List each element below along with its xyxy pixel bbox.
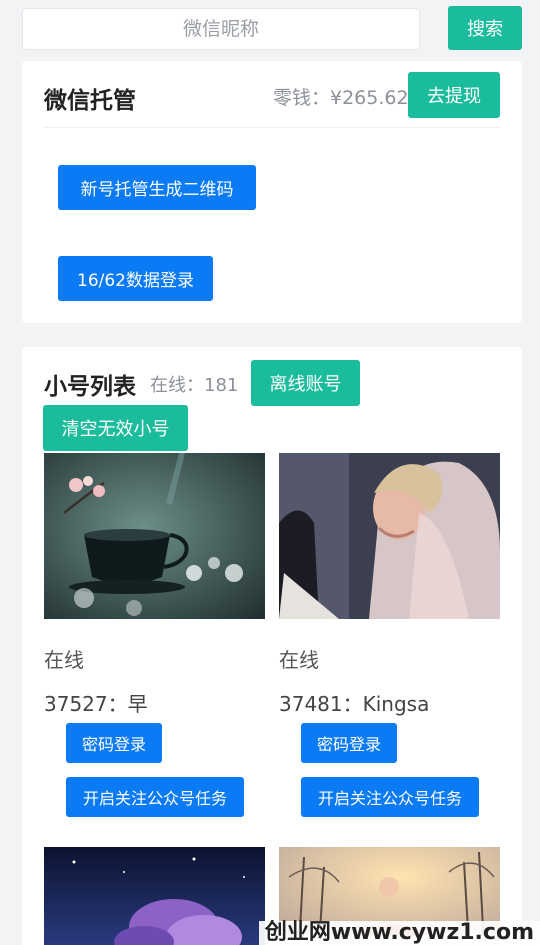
account-avatar-photo (44, 453, 265, 619)
account-id: 37481：Kingsa (279, 692, 430, 716)
password-login-button[interactable]: 密码登录 (66, 723, 162, 763)
data-login-button[interactable]: 16/62数据登录 (58, 256, 213, 301)
offline-accounts-button[interactable]: 离线账号 (251, 360, 360, 406)
follow-task-button[interactable]: 开启关注公众号任务 (66, 777, 244, 817)
balance-label: 零钱：¥265.62 (273, 87, 409, 109)
account-status: 在线 (279, 648, 319, 672)
account-id: 37527：早 (44, 692, 148, 716)
withdraw-button[interactable]: 去提现 (408, 72, 500, 118)
divider (44, 127, 500, 128)
hosting-title: 微信托管 (44, 88, 136, 114)
accounts-card: 小号列表 在线：181 离线账号 清空无效小号 在线 37527：早 密码登录 … (22, 347, 522, 945)
watermark: 创业网www.cywz1.com (258, 921, 540, 945)
hosting-card: 微信托管 零钱：¥265.62 去提现 新号托管生成二维码 16/62数据登录 (22, 61, 522, 323)
account-status: 在线 (44, 648, 84, 672)
account-avatar-photo (44, 847, 265, 945)
search-button[interactable]: 搜索 (448, 6, 522, 50)
online-count: 在线：181 (150, 375, 239, 396)
account-card: 在线 37481：Kingsa 密码登录 开启关注公众号任务 (279, 453, 500, 823)
account-card (44, 847, 265, 945)
new-qr-button[interactable]: 新号托管生成二维码 (58, 165, 256, 210)
accounts-title: 小号列表 (44, 374, 136, 400)
account-avatar-photo (279, 453, 500, 619)
clear-invalid-button[interactable]: 清空无效小号 (43, 405, 188, 451)
search-bar: 微信昵称 搜索 (22, 6, 522, 52)
password-login-button[interactable]: 密码登录 (301, 723, 397, 763)
search-input[interactable]: 微信昵称 (22, 8, 420, 50)
follow-task-button[interactable]: 开启关注公众号任务 (301, 777, 479, 817)
account-card: 在线 37527：早 密码登录 开启关注公众号任务 (44, 453, 265, 823)
